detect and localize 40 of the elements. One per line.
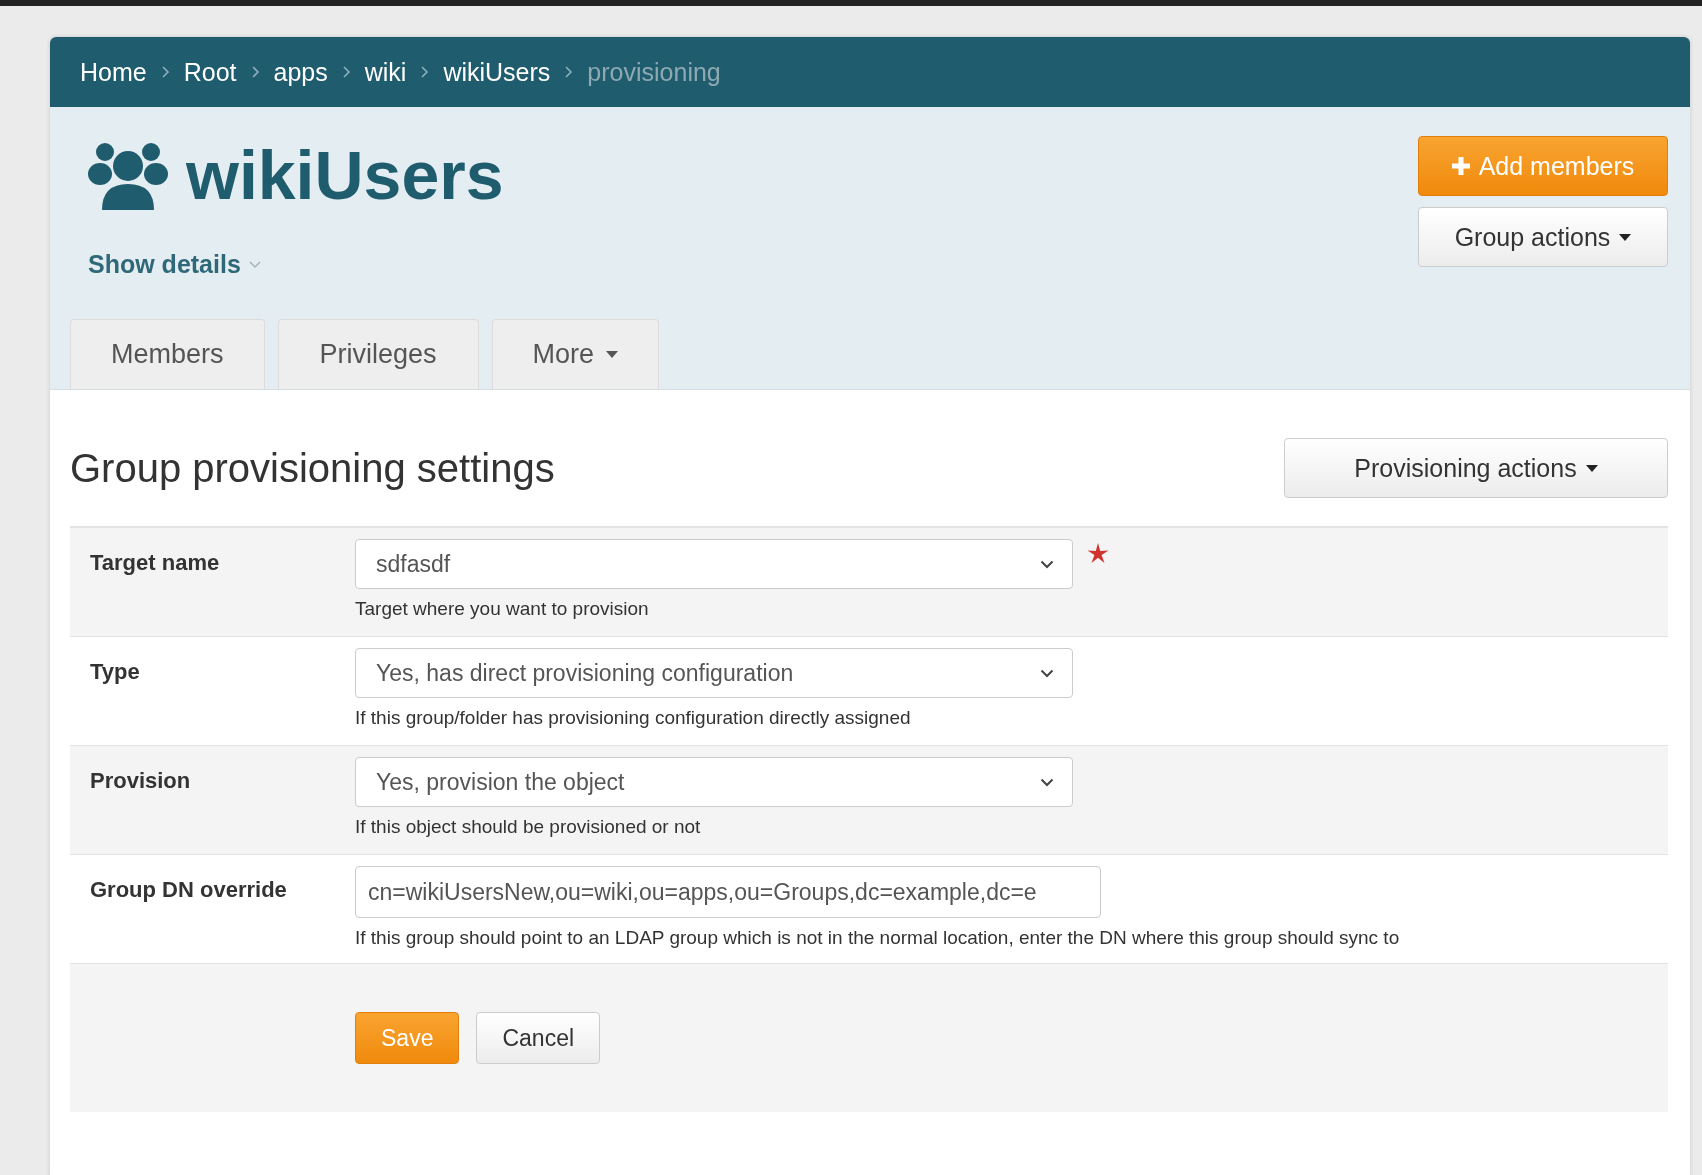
chevron-icon [564, 65, 574, 79]
show-details-link[interactable]: Show details [88, 250, 261, 279]
caret-icon [1585, 464, 1598, 472]
form-button[interactable]: Cancel [476, 1012, 601, 1064]
tab[interactable]: Privileges [277, 319, 479, 389]
section-title: Group provisioning settings [70, 445, 555, 491]
chevron-down-icon [1040, 777, 1054, 787]
header-button[interactable]: Group actions [1418, 207, 1668, 267]
tab[interactable]: Members [70, 319, 265, 389]
breadcrumb-link[interactable]: apps [273, 57, 328, 87]
help-text: If this group/folder has provisioning configuration directly assigned [355, 707, 912, 729]
field-label: Provision [89, 767, 192, 795]
chevron-icon [341, 65, 351, 79]
chevron-icon [160, 65, 170, 79]
help-text: If this group should point to an LDAP group which is not in the normal location, enter the DN where this group should sync to [355, 927, 1400, 949]
breadcrumb-link[interactable]: wiki [364, 57, 407, 87]
breadcrumb-link[interactable]: Root [183, 57, 237, 87]
provisioning-actions-button[interactable]: Provisioning actions [1284, 438, 1668, 498]
caret-icon [606, 351, 619, 358]
help-text: Target where you want to provision [355, 598, 650, 620]
select-field[interactable]: Yes, has direct provisioning configuration [355, 648, 1073, 698]
plus-icon [1451, 157, 1470, 175]
caret-icon [1619, 233, 1632, 241]
field-label: Target name [89, 549, 221, 577]
chevron-down-icon [1040, 559, 1054, 569]
group-title: wikiUsers [186, 136, 504, 214]
field-label: Type [89, 658, 141, 686]
select-field[interactable]: sdfasdf [355, 539, 1073, 589]
breadcrumb-link[interactable]: Home [80, 57, 147, 87]
users-icon [88, 140, 168, 210]
chevron-down-icon [1040, 668, 1054, 678]
input-field[interactable]: cn=wikiUsersNew,ou=wiki,ou=apps,ou=Groups,dc=example,dc=e [355, 866, 1101, 918]
select-field[interactable]: Yes, provision the object [355, 757, 1073, 807]
chevron-down-icon [248, 260, 261, 269]
help-text: If this object should be provisioned or not [355, 816, 702, 838]
chevron-icon [250, 65, 260, 79]
chevron-icon [420, 65, 430, 79]
field-label: Group DN override [89, 876, 288, 904]
breadcrumb-link[interactable]: wikiUsers [443, 57, 551, 87]
tab[interactable]: More [491, 319, 660, 389]
